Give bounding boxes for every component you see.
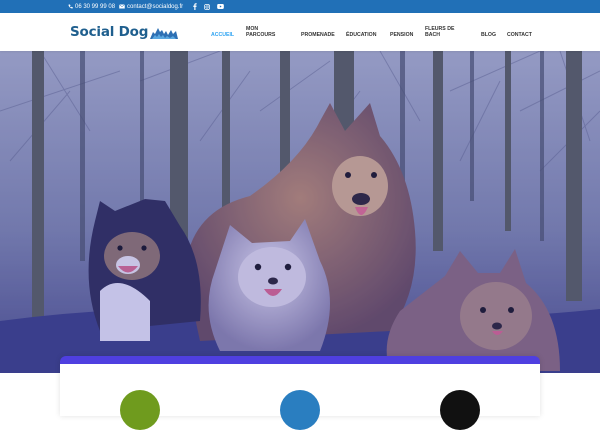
social-links [193, 3, 225, 10]
youtube-icon[interactable] [217, 4, 225, 9]
dog-silhouette-icon [150, 28, 179, 39]
facebook-icon[interactable] [193, 3, 197, 10]
hero-image [0, 51, 600, 373]
dogs-forest-illustration [0, 51, 600, 373]
logo-text: Social Dog [70, 24, 149, 40]
nav-item-accueil[interactable]: ACCUEIL [211, 32, 234, 38]
nav-item-education[interactable]: ÉDUCATION [346, 32, 376, 38]
phone-icon [68, 4, 73, 9]
email-contact[interactable]: contact@socialdog.fr [119, 4, 183, 10]
top-bar: 06 30 99 99 08 contact@socialdog.fr [0, 0, 600, 13]
nav-item-mon-parcours[interactable]: MON PARCOURS [246, 26, 280, 38]
email-address: contact@socialdog.fr [127, 3, 184, 10]
phone-contact[interactable]: 06 30 99 99 08 [68, 4, 115, 10]
nav-item-blog[interactable]: BLOG [481, 32, 496, 38]
nav-item-promenade[interactable]: PROMENADE [301, 32, 335, 38]
nav-item-pension[interactable]: PENSION [390, 32, 413, 38]
service-circle-1[interactable] [120, 390, 160, 430]
nav-item-contact[interactable]: CONTACT [507, 32, 532, 38]
phone-number: 06 30 99 99 08 [75, 3, 116, 10]
service-circle-2[interactable] [280, 390, 320, 430]
service-circle-3[interactable] [440, 390, 480, 430]
site-header: Social Dog ACCUEIL MON PARCOURS PROMENAD… [0, 13, 600, 51]
site-logo[interactable]: Social Dog [70, 22, 179, 42]
nav-item-fleurs-de-bach[interactable]: FLEURS DE BACH [425, 26, 459, 38]
instagram-icon[interactable] [204, 3, 211, 10]
mail-icon [119, 4, 125, 9]
